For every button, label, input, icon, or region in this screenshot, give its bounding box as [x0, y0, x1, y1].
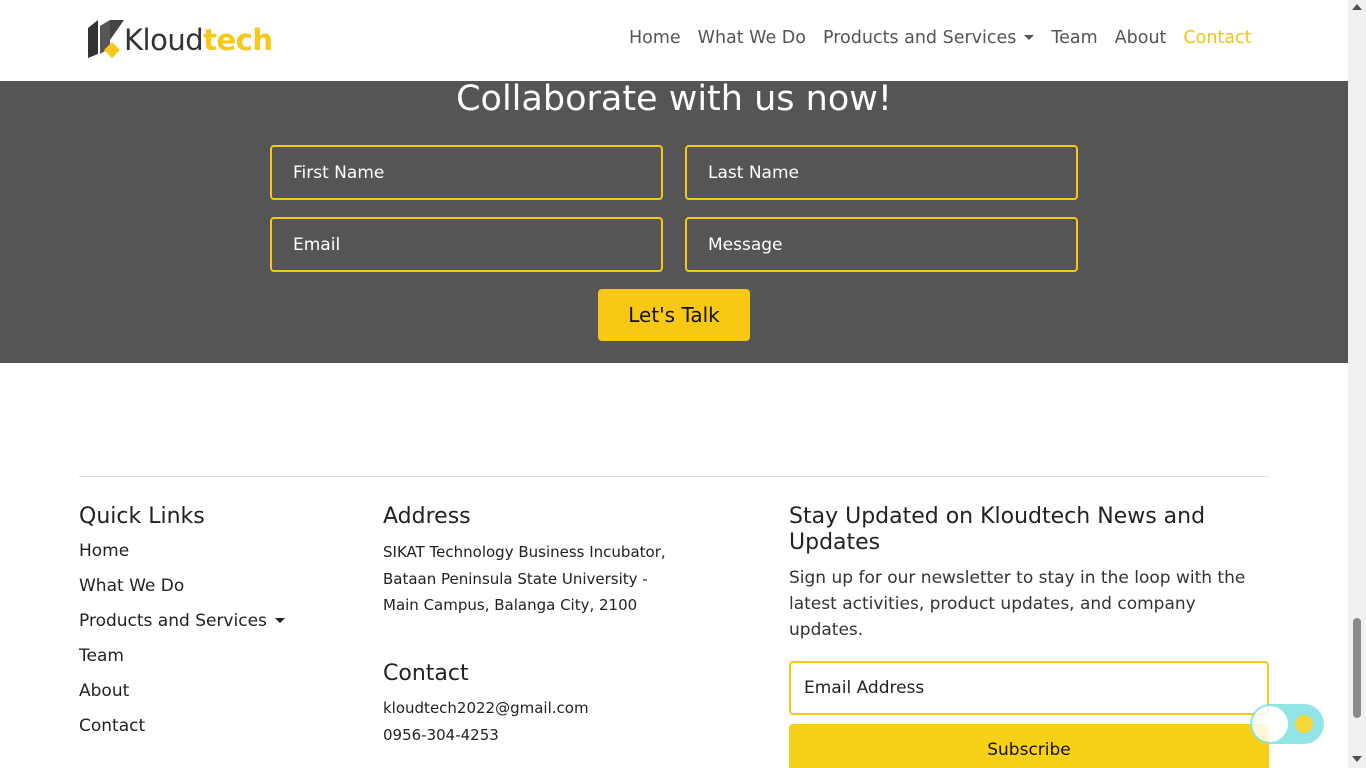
address-text: SIKAT Technology Business Incubator, Bat…	[383, 543, 666, 614]
sun-icon	[1295, 715, 1313, 733]
address-title: Address	[383, 504, 471, 529]
newsletter-title: Stay Updated on Kloudtech News and Updat…	[789, 504, 1206, 555]
caret-down-icon	[1024, 35, 1035, 40]
nav-products-label: Products and Services	[822, 28, 1017, 48]
quick-links-title: Quick Links	[79, 504, 205, 529]
scroll-up-icon[interactable]	[1352, 4, 1362, 10]
newsletter-email-input[interactable]	[789, 661, 1269, 715]
nav-contact[interactable]: Contact	[1175, 28, 1260, 48]
footer-products-label: Products and Services	[79, 611, 267, 631]
first-name-input[interactable]	[270, 145, 663, 200]
scrollbar-thumb[interactable]	[1353, 618, 1361, 718]
toggle-knob	[1252, 706, 1288, 742]
nav-home[interactable]: Home	[620, 28, 689, 48]
scroll-down-icon[interactable]	[1352, 756, 1362, 762]
subscribe-button[interactable]: Subscribe	[789, 724, 1269, 768]
footer-link-products-and-services[interactable]: Products and Services	[79, 611, 285, 631]
footer-link-what-we-do[interactable]: What We Do	[79, 576, 184, 596]
footer-divider	[79, 476, 1269, 477]
navbar: Kloudtech Home What We Do Products and S…	[0, 0, 1348, 81]
theme-toggle[interactable]	[1250, 704, 1324, 744]
newsletter-description: Sign up for our newsletter to stay in th…	[789, 568, 1246, 640]
collaborate-section: Collaborate with us now! Let's Talk	[0, 79, 1348, 363]
footer-link-contact[interactable]: Contact	[79, 716, 145, 736]
contact-email[interactable]: kloudtech2022@gmail.com	[383, 699, 589, 717]
nav-products-and-services[interactable]: Products and Services	[814, 28, 1042, 48]
nav-team[interactable]: Team	[1043, 28, 1106, 48]
footer-link-home[interactable]: Home	[79, 541, 129, 561]
contact-title: Contact	[383, 661, 469, 686]
footer-link-team[interactable]: Team	[79, 646, 124, 666]
main-nav: Home What We Do Products and Services Te…	[620, 28, 1260, 48]
message-input[interactable]	[685, 217, 1078, 272]
last-name-input[interactable]	[685, 145, 1078, 200]
kloudtech-logo-icon	[86, 18, 126, 62]
page-scrollbar[interactable]	[1348, 0, 1366, 768]
footer-link-about[interactable]: About	[79, 681, 129, 701]
contact-phone[interactable]: 0956-304-4253	[383, 726, 499, 744]
nav-about[interactable]: About	[1106, 28, 1175, 48]
email-input[interactable]	[270, 217, 663, 272]
brand-name: Kloudtech	[124, 23, 273, 57]
collaborate-title: Collaborate with us now!	[456, 79, 892, 119]
lets-talk-button[interactable]: Let's Talk	[598, 289, 750, 341]
caret-down-icon	[274, 618, 285, 623]
nav-what-we-do[interactable]: What We Do	[689, 28, 814, 48]
brand-logo[interactable]: Kloudtech	[86, 18, 273, 62]
